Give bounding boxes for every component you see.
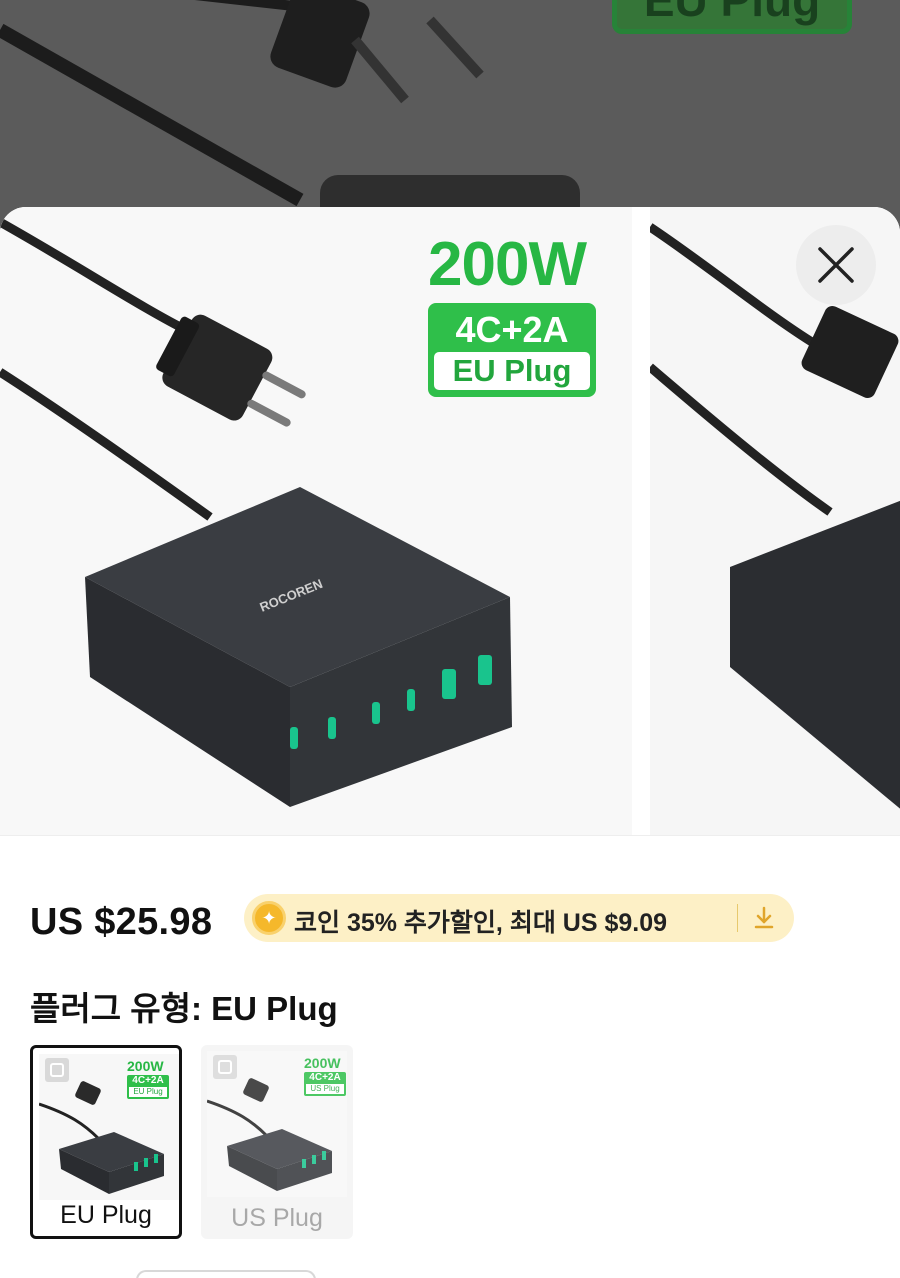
backdrop-cable-graphic xyxy=(0,0,580,230)
option-us-plug[interactable]: 200W 4C+2A US Plug US Plug xyxy=(201,1045,353,1239)
product-options-sheet: ROCOREN 200W 4C+2A EU Plug US $25.98 ✦ 코… xyxy=(0,207,900,1278)
backdrop-badge: EU Plug xyxy=(612,0,852,34)
price: US $25.98 xyxy=(30,900,213,943)
thumb-plug: US Plug xyxy=(306,1084,344,1094)
next-slide-graphic xyxy=(650,223,900,809)
backdrop-image[interactable]: EU Plug xyxy=(0,0,900,230)
thumb-wattage: 200W xyxy=(127,1058,164,1074)
thumb-plug: EU Plug xyxy=(129,1087,167,1097)
close-icon xyxy=(818,247,854,283)
ports-label: 4C+2A xyxy=(455,309,569,350)
thumb-badge: 4C+2A EU Plug xyxy=(127,1075,169,1099)
price-row: US $25.98 xyxy=(30,897,212,947)
charger-product-graphic: ROCOREN xyxy=(0,218,512,807)
coin-discount-pill[interactable]: ✦ 코인 35% 추가할인, 최대 US $9.09 xyxy=(244,894,794,942)
wattage-label: 200W xyxy=(428,230,587,299)
coin-pill-divider xyxy=(737,904,738,932)
thumb-badge: 4C+2A US Plug xyxy=(304,1072,346,1096)
thumb-ports: 4C+2A xyxy=(309,1072,341,1083)
coin-icon: ✦ xyxy=(252,901,286,935)
plug-type-label: 플러그 유형: EU Plug xyxy=(30,990,338,1027)
option-name: EU Plug xyxy=(60,1201,152,1229)
next-section-peek xyxy=(136,1270,316,1278)
image-carousel[interactable]: ROCOREN 200W 4C+2A EU Plug xyxy=(0,207,900,835)
carousel-gap xyxy=(632,207,650,835)
thumb-ports: 4C+2A xyxy=(132,1075,164,1086)
divider xyxy=(0,835,900,836)
option-thumbnail: 200W 4C+2A US Plug xyxy=(206,1051,347,1197)
carousel-slide-main[interactable]: ROCOREN 200W 4C+2A EU Plug xyxy=(0,207,632,835)
close-button[interactable] xyxy=(796,225,876,305)
option-eu-plug[interactable]: 200W 4C+2A EU Plug EU Plug xyxy=(30,1045,182,1239)
spec-badge: 4C+2A EU Plug xyxy=(428,303,596,397)
coin-discount-text: 코인 35% 추가할인, 최대 US $9.09 xyxy=(294,909,668,937)
carousel-slide-next[interactable] xyxy=(650,207,900,835)
download-icon[interactable] xyxy=(750,904,778,932)
option-thumbnail: 200W 4C+2A EU Plug xyxy=(38,1054,179,1200)
plug-badge-label: EU Plug xyxy=(434,352,590,390)
thumb-wattage: 200W xyxy=(304,1055,341,1071)
option-name: US Plug xyxy=(231,1204,323,1232)
